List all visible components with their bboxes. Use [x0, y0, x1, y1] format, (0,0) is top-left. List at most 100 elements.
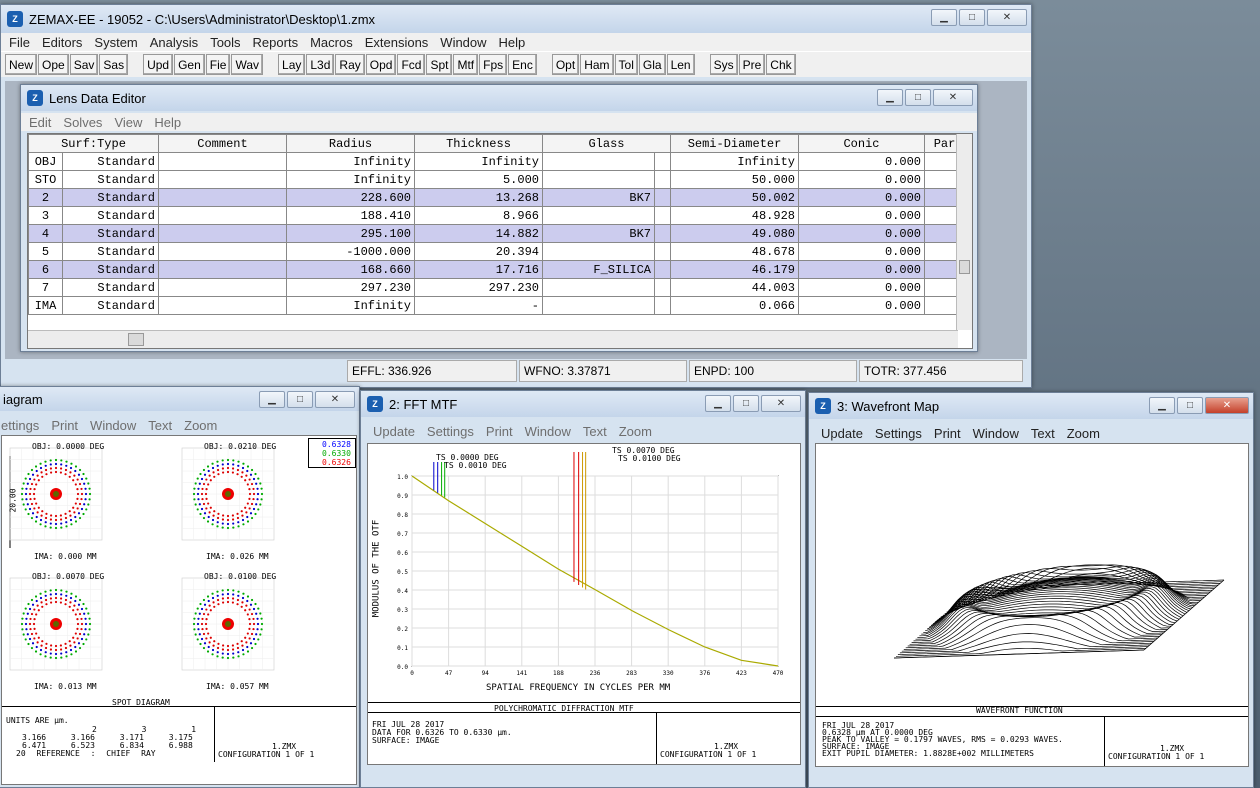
- thickness-cell[interactable]: 17.716: [414, 260, 543, 279]
- tool-len-button[interactable]: Len: [666, 54, 695, 75]
- lde-menu-view[interactable]: View: [114, 115, 142, 130]
- conic-cell[interactable]: 0.000: [798, 260, 925, 279]
- tool-saveas-button[interactable]: Sas: [99, 54, 129, 75]
- lde-menu-edit[interactable]: Edit: [29, 115, 51, 130]
- tool-l3d-button[interactable]: L3d: [306, 54, 335, 75]
- conic-cell[interactable]: 0.000: [798, 224, 925, 243]
- tool-tol-button[interactable]: Tol: [614, 54, 638, 75]
- comment-cell[interactable]: [158, 296, 287, 315]
- comment-cell[interactable]: [158, 170, 287, 189]
- menu-reports[interactable]: Reports: [253, 35, 299, 50]
- radius-cell[interactable]: Infinity: [286, 170, 415, 189]
- col-glass[interactable]: Glass: [542, 134, 671, 153]
- glass-cell[interactable]: [542, 242, 655, 261]
- comment-cell[interactable]: [158, 242, 287, 261]
- glass-cell[interactable]: BK7: [542, 188, 655, 207]
- menu-macros[interactable]: Macros: [310, 35, 353, 50]
- wave-maximize-icon[interactable]: □: [1177, 397, 1203, 414]
- surf-type-cell[interactable]: Standard: [62, 224, 159, 243]
- spot-minimize-icon[interactable]: ▁: [259, 391, 285, 408]
- mtf-title-bar[interactable]: Z 2: FFT MTF ▁ □ ✕: [361, 391, 805, 417]
- tool-mtf-button[interactable]: Mtf: [453, 54, 479, 75]
- surf-type-cell[interactable]: Standard: [62, 242, 159, 261]
- conic-cell[interactable]: 0.000: [798, 152, 925, 171]
- col-comment[interactable]: Comment: [158, 134, 287, 153]
- glass-cell[interactable]: [542, 170, 655, 189]
- glass-cell[interactable]: BK7: [542, 224, 655, 243]
- surf-type-cell[interactable]: Standard: [62, 152, 159, 171]
- spot-title-bar[interactable]: iagram ▁ □ ✕: [0, 387, 359, 411]
- semi-diameter-cell[interactable]: 44.003: [670, 278, 799, 297]
- semi-diameter-cell[interactable]: Infinity: [670, 152, 799, 171]
- wave-title-bar[interactable]: Z 3: Wavefront Map ▁ □ ✕: [809, 393, 1253, 419]
- thickness-cell[interactable]: -: [414, 296, 543, 315]
- lde-row[interactable]: OBJ Standard Infinity Infinity Infinity 0.000: [28, 152, 965, 171]
- menu-tools[interactable]: Tools: [210, 35, 240, 50]
- glass-solve-cell[interactable]: [654, 278, 671, 297]
- mtf-menu-print[interactable]: Print: [486, 424, 513, 439]
- glass-cell[interactable]: [542, 152, 655, 171]
- thickness-cell[interactable]: 13.268: [414, 188, 543, 207]
- surf-type-cell[interactable]: Standard: [62, 170, 159, 189]
- lde-row[interactable]: 7 Standard 297.230 297.230 44.003 0.000: [28, 278, 965, 297]
- conic-cell[interactable]: 0.000: [798, 242, 925, 261]
- lde-menu-help[interactable]: Help: [154, 115, 181, 130]
- lde-close-icon[interactable]: ✕: [933, 89, 973, 106]
- wave-menu-print[interactable]: Print: [934, 426, 961, 441]
- thickness-cell[interactable]: 14.882: [414, 224, 543, 243]
- thickness-cell[interactable]: 8.966: [414, 206, 543, 225]
- conic-cell[interactable]: 0.000: [798, 278, 925, 297]
- mtf-menu-text[interactable]: Text: [583, 424, 607, 439]
- surf-number-cell[interactable]: 5: [28, 242, 63, 261]
- mtf-menu-zoom[interactable]: Zoom: [619, 424, 652, 439]
- tool-spt-button[interactable]: Spt: [426, 54, 453, 75]
- mtf-maximize-icon[interactable]: □: [733, 395, 759, 412]
- lde-title-bar[interactable]: Z Lens Data Editor ▁ □ ✕: [21, 85, 977, 111]
- tool-new-button[interactable]: New: [5, 54, 38, 75]
- spot-close-icon[interactable]: ✕: [315, 391, 355, 408]
- semi-diameter-cell[interactable]: 48.678: [670, 242, 799, 261]
- radius-cell[interactable]: 168.660: [286, 260, 415, 279]
- tool-update-button[interactable]: Upd: [143, 54, 174, 75]
- comment-cell[interactable]: [158, 188, 287, 207]
- col-thickness[interactable]: Thickness: [414, 134, 543, 153]
- wave-menu-text[interactable]: Text: [1031, 426, 1055, 441]
- tool-open-button[interactable]: Ope: [38, 54, 69, 75]
- tool-sys-button[interactable]: Sys: [709, 54, 738, 75]
- semi-diameter-cell[interactable]: 0.066: [670, 296, 799, 315]
- lde-maximize-icon[interactable]: □: [905, 89, 931, 106]
- lde-row[interactable]: STO Standard Infinity 5.000 50.000 0.000: [28, 170, 965, 189]
- tool-opt-button[interactable]: Opt: [551, 54, 580, 75]
- tool-ham-button[interactable]: Ham: [580, 54, 614, 75]
- spot-menu-settings[interactable]: ettings: [1, 418, 39, 433]
- semi-diameter-cell[interactable]: 46.179: [670, 260, 799, 279]
- semi-diameter-cell[interactable]: 49.080: [670, 224, 799, 243]
- thickness-cell[interactable]: Infinity: [414, 152, 543, 171]
- glass-cell[interactable]: [542, 296, 655, 315]
- mtf-close-icon[interactable]: ✕: [761, 395, 801, 412]
- lde-row[interactable]: 5 Standard -1000.000 20.394 48.678 0.000: [28, 242, 965, 261]
- spot-menu-text[interactable]: Text: [148, 418, 172, 433]
- lde-row[interactable]: 6 Standard 168.660 17.716 F_SILICA 46.179 0.00…: [28, 260, 965, 279]
- surf-number-cell[interactable]: OBJ: [28, 152, 63, 171]
- comment-cell[interactable]: [158, 206, 287, 225]
- comment-cell[interactable]: [158, 278, 287, 297]
- semi-diameter-cell[interactable]: 48.928: [670, 206, 799, 225]
- conic-cell[interactable]: 0.000: [798, 170, 925, 189]
- conic-cell[interactable]: 0.000: [798, 206, 925, 225]
- maximize-icon[interactable]: □: [959, 9, 985, 26]
- glass-cell[interactable]: [542, 206, 655, 225]
- tool-enc-button[interactable]: Enc: [508, 54, 537, 75]
- surf-number-cell[interactable]: 6: [28, 260, 63, 279]
- tool-opd-button[interactable]: Opd: [365, 54, 397, 75]
- glass-solve-cell[interactable]: [654, 188, 671, 207]
- lde-row[interactable]: IMA Standard Infinity - 0.066 0.000: [28, 296, 965, 315]
- surf-number-cell[interactable]: STO: [28, 170, 63, 189]
- conic-cell[interactable]: 0.000: [798, 188, 925, 207]
- menu-help[interactable]: Help: [499, 35, 526, 50]
- wave-menu-settings[interactable]: Settings: [875, 426, 922, 441]
- mtf-minimize-icon[interactable]: ▁: [705, 395, 731, 412]
- glass-solve-cell[interactable]: [654, 152, 671, 171]
- glass-solve-cell[interactable]: [654, 206, 671, 225]
- lde-horizontal-scrollbar[interactable]: [28, 330, 958, 348]
